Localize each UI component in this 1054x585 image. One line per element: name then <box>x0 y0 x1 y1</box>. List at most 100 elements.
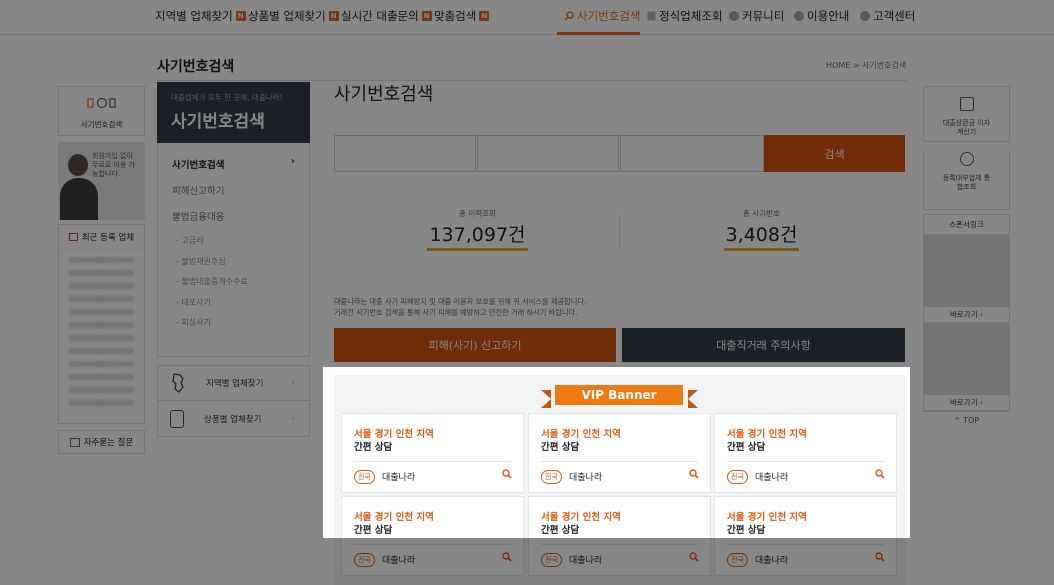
database-search-icon <box>959 152 974 166</box>
side-item-fraud-search[interactable]: 사기번호검색 › <box>172 156 295 183</box>
promo-person-image <box>60 178 98 220</box>
nav-fraud-number-search[interactable]: 사기번호검색 <box>564 8 640 24</box>
side-link-region-search[interactable]: 지역별 업체찾기 › <box>157 365 310 401</box>
nav-product-search[interactable]: 상품별 업체찾기 N <box>248 8 339 24</box>
search-icon[interactable] <box>689 552 699 562</box>
chevron-right-icon: › <box>290 156 295 167</box>
list-item[interactable] <box>69 400 134 406</box>
side-sub-illegal-collection[interactable]: - 불법채권추심 <box>172 256 295 277</box>
region-tag: 전국 <box>354 553 375 567</box>
search-icon[interactable] <box>502 552 512 562</box>
notice-text: 대출나라는 대출 사기 피해방지 및 대출 이용자 보호를 위해 위 서비스를 … <box>334 297 587 317</box>
phone-middle-input[interactable] <box>477 135 619 172</box>
nav-guide[interactable]: 이용안내 <box>794 8 849 24</box>
registry-lookup-button[interactable]: 등록대부업체 통합조회 <box>923 152 1010 210</box>
list-item[interactable] <box>69 335 134 341</box>
calculator-icon <box>959 97 974 111</box>
main-title: 사기번호검색 <box>334 84 434 105</box>
chevron-right-icon: › <box>291 378 295 388</box>
faq-button[interactable]: 자주묻는 질문 <box>58 430 145 454</box>
side-menu: 대출업체가 모두 한 곳에, 대출나라! 사기번호검색 사기번호검색 › 피해신고… <box>157 82 310 437</box>
left-quick-menu: 사기번호검색 회원가입 없이 무료로 이용 가능합니다. 최근 등록 업체 자주… <box>58 86 145 454</box>
company-name: 대출나라 <box>569 556 603 566</box>
right-quick-menu: 대출상환금 이자계산기 등록대부업체 통합조회 스폰서링크 바로가기 › 바로가… <box>923 86 1010 425</box>
stat-divider <box>619 212 620 248</box>
side-sub-phishing[interactable]: - 피싱사기 <box>172 317 295 338</box>
side-item-report[interactable]: 피해신고하기 <box>172 183 295 209</box>
list-item[interactable] <box>69 270 134 276</box>
side-link-product-search[interactable]: 상품별 업체찾기 › <box>157 401 310 437</box>
search-button[interactable]: 검색 <box>764 135 905 172</box>
list-item[interactable] <box>69 296 134 302</box>
interest-calculator-button[interactable]: 대출상환금 이자계산기 <box>923 86 1010 142</box>
nav-region-search[interactable]: 지역별 업체찾기 N <box>155 8 246 24</box>
sponsor-image[interactable] <box>924 235 1009 307</box>
list-item[interactable] <box>69 348 134 354</box>
vip-card[interactable]: 서울 경기 인천 지역 간편 상담 전국 대출나라 <box>714 496 897 576</box>
document-icon <box>170 409 184 428</box>
recent-header: 최근 등록 업체 <box>81 233 135 243</box>
list-item[interactable] <box>69 309 134 315</box>
page-title: 사기번호검색 <box>157 59 235 75</box>
search-icon[interactable] <box>875 469 885 479</box>
map-icon <box>172 373 184 393</box>
phone-prefix-input[interactable] <box>334 135 476 172</box>
region-tag: 전국 <box>727 553 748 567</box>
direct-loan-caution-button[interactable]: 대출직거래 주의사항 <box>622 328 905 362</box>
list-item[interactable] <box>69 257 134 263</box>
sponsor-goto-button[interactable]: 바로가기 › <box>924 395 1009 411</box>
recent-companies-panel: 최근 등록 업체 <box>58 224 145 424</box>
side-menu-hero: 대출업체가 모두 한 곳에, 대출나라! 사기번호검색 <box>157 82 310 143</box>
nav-official-lookup[interactable]: 정식업체조회 <box>647 8 722 24</box>
side-menu-list: 사기번호검색 › 피해신고하기 불법금융대응 - 고금리 - 불법채권추심 - 불… <box>157 143 310 357</box>
list-item[interactable] <box>69 322 134 328</box>
phone-last-input[interactable] <box>620 135 764 172</box>
list-icon <box>68 233 78 241</box>
person-icon <box>860 11 870 21</box>
search-icon[interactable] <box>875 552 885 562</box>
company-name: 대출나라 <box>755 473 789 483</box>
region-tag: 전국 <box>541 553 562 567</box>
quick-search-label: 사기번호검색 <box>80 120 123 129</box>
report-fraud-button[interactable]: 피해(사기) 신고하기 <box>334 328 616 362</box>
vip-banner-ribbon: VIP Banner <box>541 385 698 408</box>
list-item[interactable] <box>69 374 134 380</box>
scroll-top-button[interactable]: ^ TOP <box>923 416 1010 425</box>
nav-community[interactable]: 커뮤니티 <box>729 8 784 24</box>
side-sub-loan-scam[interactable]: - 대포사기 <box>172 297 295 318</box>
side-sub-high-interest[interactable]: - 고금리 <box>172 235 295 256</box>
vip-card[interactable]: 서울 경기 인천 지역 간편 상담 전국 대출나라 <box>341 413 524 493</box>
vip-card[interactable]: 서울 경기 인천 지역 간편 상담 전국 대출나라 <box>341 496 524 576</box>
quick-fraud-search[interactable]: 사기번호검색 <box>58 86 145 136</box>
search-icon[interactable] <box>689 469 699 479</box>
list-item[interactable] <box>69 361 134 367</box>
active-tab-underline <box>557 32 640 35</box>
breadcrumb: HOME > 사기번호검색 <box>826 61 907 70</box>
company-name: 대출나라 <box>382 473 416 483</box>
list-item[interactable] <box>69 283 134 289</box>
company-name: 대출나라 <box>569 473 603 483</box>
search-icon[interactable] <box>502 469 512 479</box>
promo-text: 회원가입 없이 무료로 이용 가능합니다. <box>92 152 136 178</box>
new-badge: N <box>479 11 490 21</box>
stat-total-lookups: 총 이력조회 137,097건 <box>425 208 530 251</box>
nav-customer-center[interactable]: 고객센터 <box>860 8 915 24</box>
side-item-illegal-finance[interactable]: 불법금융대응 <box>172 209 295 235</box>
vip-card[interactable]: 서울 경기 인천 지역 간편 상담 전국 대출나라 <box>528 496 711 576</box>
sponsor-goto-button[interactable]: 바로가기 › <box>924 307 1009 323</box>
sponsor-image[interactable] <box>924 323 1009 395</box>
promo-banner[interactable]: 회원가입 없이 무료로 이용 가능합니다. <box>58 142 145 220</box>
vip-card[interactable]: 서울 경기 인천 지역 간편 상담 전국 대출나라 <box>528 413 711 493</box>
list-item[interactable] <box>69 387 134 393</box>
new-badge: N <box>235 11 246 21</box>
nav-realtime-inquiry[interactable]: 실시간 대출문의 N <box>341 8 432 24</box>
vip-card[interactable]: 서울 경기 인천 지역 간편 상담 전국 대출나라 <box>714 413 897 493</box>
search-icon <box>564 11 574 21</box>
region-tag: 전국 <box>354 470 375 484</box>
new-badge: N <box>328 11 339 21</box>
chat-icon <box>729 11 739 21</box>
company-name: 대출나라 <box>382 556 416 566</box>
nav-custom-search[interactable]: 맞춤검색 N <box>434 8 490 24</box>
company-name: 대출나라 <box>755 556 789 566</box>
side-sub-broker-fee[interactable]: - 불법대출중개수수료 <box>172 276 295 297</box>
